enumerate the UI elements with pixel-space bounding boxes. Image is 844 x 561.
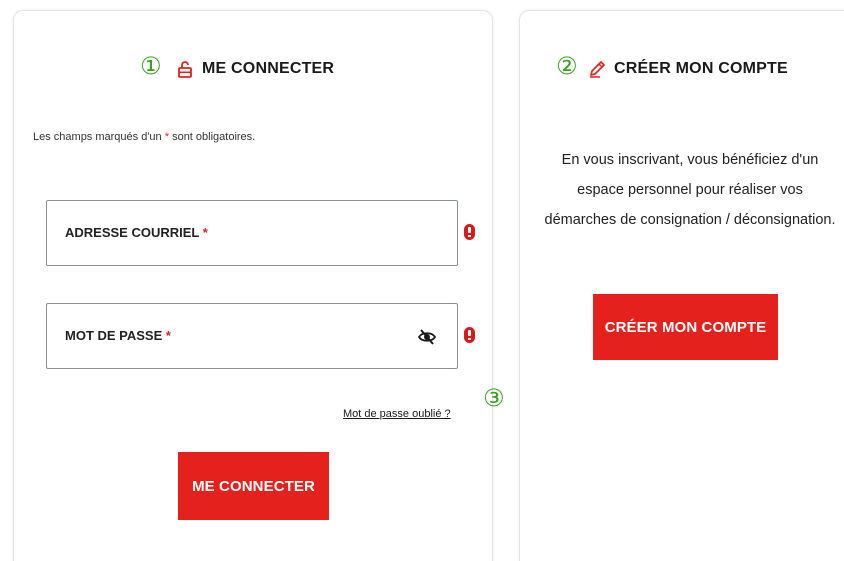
password-error-icon (464, 327, 475, 343)
eye-slash-icon[interactable] (417, 327, 437, 347)
pencil-icon (590, 61, 605, 78)
signup-description: En vous inscrivant, vous bénéficiez d'un… (544, 152, 836, 228)
required-note-text: Les champs marqués d'un (33, 131, 165, 143)
marker-one: ① (140, 52, 162, 80)
login-button[interactable]: ME CONNECTER (178, 452, 329, 520)
password-field[interactable]: MOT DE PASSE * (46, 303, 461, 370)
forgot-password-link[interactable]: Mot de passe oublié ? (343, 408, 451, 420)
page: ① ME CONNECTER Les champs marqués d'un *… (0, 0, 844, 561)
email-error-icon (464, 224, 475, 240)
marker-three: ③ (483, 384, 505, 412)
login-title-text: ME CONNECTER (202, 60, 335, 77)
required-note-text-end: sont obligatoires. (169, 131, 256, 143)
signup-title-text: CRÉER MON COMPTE (614, 60, 788, 77)
password-input[interactable] (47, 304, 461, 370)
signup-card (519, 10, 844, 561)
signup-title: CRÉER MON COMPTE (588, 60, 788, 78)
required-fields-note: Les champs marqués d'un * sont obligatoi… (33, 131, 255, 143)
email-field[interactable]: ADRESSE COURRIEL * (46, 200, 461, 267)
create-account-button[interactable]: CRÉER MON COMPTE (593, 294, 778, 360)
login-title: ME CONNECTER (176, 60, 334, 78)
email-input[interactable] (47, 201, 461, 267)
unlock-icon (178, 61, 192, 78)
marker-two: ② (556, 52, 578, 80)
